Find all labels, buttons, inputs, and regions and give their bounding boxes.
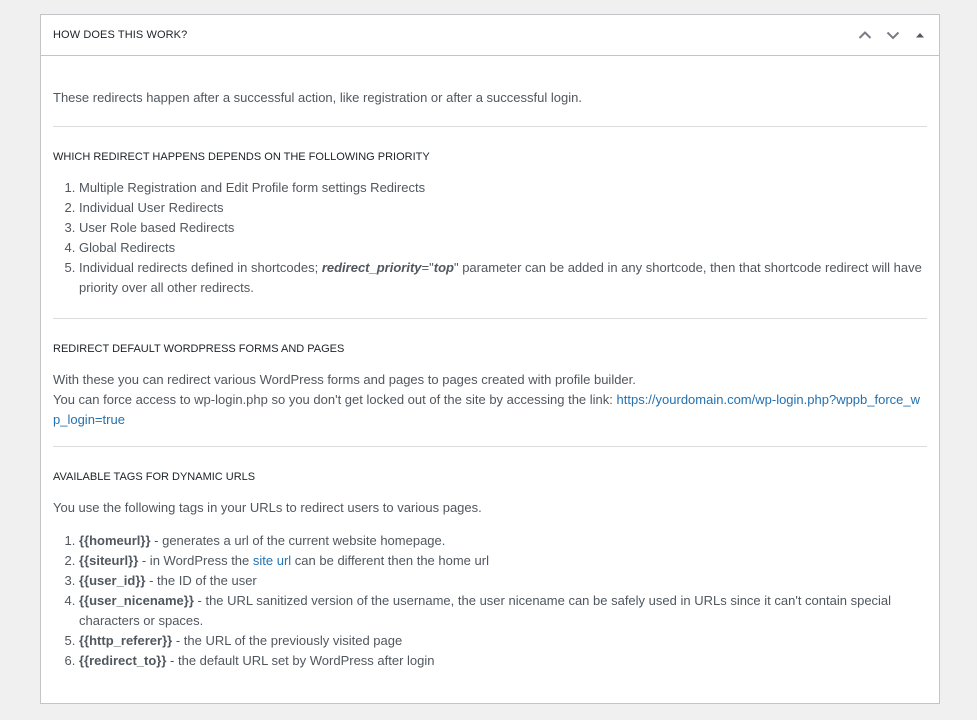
move-up-button[interactable] — [851, 24, 879, 46]
priority-section: WHICH REDIRECT HAPPENS DEPENDS ON THE FO… — [53, 127, 927, 318]
item-text: Individual redirects defined in shortcod… — [79, 260, 322, 275]
tag-desc: - generates a url of the current website… — [150, 533, 446, 548]
list-item: {{redirect_to}} - the default URL set by… — [79, 651, 927, 671]
default-forms-line1: With these you can redirect various Word… — [53, 372, 636, 387]
tag-homeurl: {{homeurl}} — [79, 533, 151, 548]
tag-user-nicename: {{user_nicename}} — [79, 593, 194, 608]
tags-section: AVAILABLE TAGS FOR DYNAMIC URLS You use … — [53, 447, 927, 671]
postbox-title: HOW DOES THIS WORK? — [53, 29, 188, 41]
how-does-this-work-postbox: HOW DOES THIS WORK? These redirects happ… — [40, 14, 940, 704]
tag-desc: - the default URL set by WordPress after… — [166, 653, 435, 668]
priority-list: Multiple Registration and Edit Profile f… — [53, 178, 927, 298]
default-forms-section: REDIRECT DEFAULT WORDPRESS FORMS AND PAG… — [53, 319, 927, 446]
list-item: {{http_referer}} - the URL of the previo… — [79, 631, 927, 651]
tag-desc: - the ID of the user — [145, 573, 257, 588]
list-item: User Role based Redirects — [79, 218, 927, 238]
default-forms-heading: REDIRECT DEFAULT WORDPRESS FORMS AND PAG… — [53, 343, 345, 355]
tag-desc: - the URL sanitized version of the usern… — [79, 593, 892, 628]
move-down-button[interactable] — [879, 24, 907, 46]
postbox-inside: These redirects happen after a successfu… — [41, 56, 939, 671]
tags-list: {{homeurl}} - generates a url of the cur… — [53, 531, 927, 671]
tag-redirect-to: {{redirect_to}} — [79, 653, 167, 668]
list-item: {{user_nicename}} - the URL sanitized ve… — [79, 591, 927, 631]
tag-user-id: {{user_id}} — [79, 573, 146, 588]
redirect-priority-param: redirect_priority — [321, 260, 422, 275]
toggle-panel-button[interactable] — [909, 24, 931, 46]
list-item: Individual User Redirects — [79, 198, 927, 218]
default-forms-line2: You can force access to wp-login.php so … — [53, 392, 617, 407]
list-item: Individual redirects defined in shortcod… — [79, 258, 927, 298]
handle-actions — [851, 24, 931, 46]
priority-heading: WHICH REDIRECT HAPPENS DEPENDS ON THE FO… — [53, 151, 430, 163]
list-item: {{homeurl}} - generates a url of the cur… — [79, 531, 927, 551]
default-forms-text: With these you can redirect various Word… — [53, 370, 927, 430]
list-item: {{siteurl}} - in WordPress the site url … — [79, 551, 927, 571]
tags-heading: AVAILABLE TAGS FOR DYNAMIC URLS — [53, 471, 256, 483]
postbox-header: HOW DOES THIS WORK? — [41, 15, 939, 56]
list-item: Multiple Registration and Edit Profile f… — [79, 178, 927, 198]
chevron-down-icon — [885, 27, 901, 43]
triangle-up-icon — [914, 29, 926, 41]
list-item: Global Redirects — [79, 238, 927, 258]
chevron-up-icon — [857, 27, 873, 43]
tag-http-referer: {{http_referer}} — [79, 633, 173, 648]
param-equals: =" — [421, 260, 434, 275]
tag-desc: - in WordPress the — [138, 553, 253, 568]
tags-intro: You use the following tags in your URLs … — [53, 500, 482, 515]
intro-text: These redirects happen after a successfu… — [53, 90, 582, 105]
list-item: {{user_id}} - the ID of the user — [79, 571, 927, 591]
tag-desc: - the URL of the previously visited page — [172, 633, 403, 648]
tag-desc: can be different then the home url — [291, 553, 489, 568]
tag-siteurl: {{siteurl}} — [79, 553, 139, 568]
site-url-link[interactable]: site url — [253, 553, 291, 568]
param-value: top — [433, 260, 454, 275]
intro-section: These redirects happen after a successfu… — [53, 56, 927, 126]
